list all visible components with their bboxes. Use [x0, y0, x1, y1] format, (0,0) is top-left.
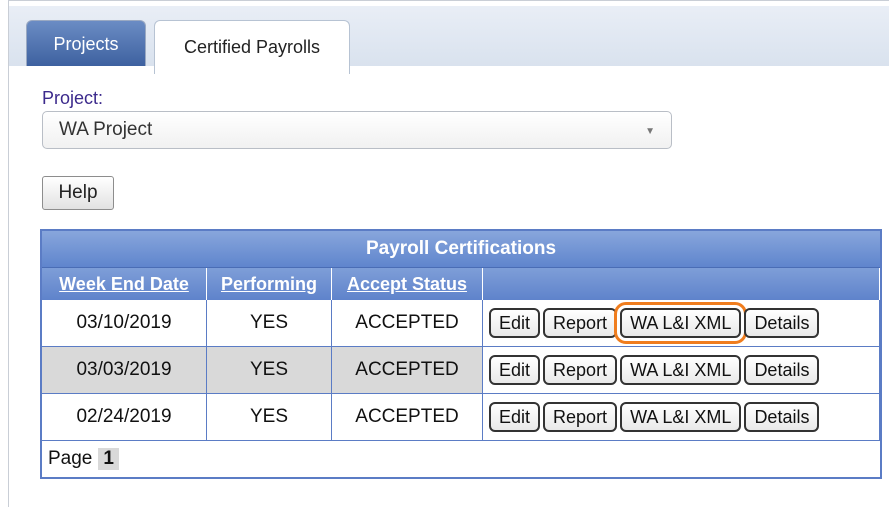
details-button[interactable]: Details — [744, 402, 820, 432]
details-button[interactable]: Details — [744, 355, 820, 385]
wa-li-xml-button[interactable]: WA L&I XML — [620, 355, 742, 385]
cell-actions: Edit Report WA L&I XML Details — [482, 300, 880, 347]
pager-label: Page — [48, 448, 93, 469]
grid-title: Payroll Certifications — [42, 231, 880, 268]
column-header-week-end-date[interactable]: Week End Date — [42, 268, 207, 300]
table-row: 02/24/2019 YES ACCEPTED Edit Report WA L&I… — [42, 393, 880, 441]
project-select[interactable]: WA Project ▼ — [42, 111, 672, 149]
wa-li-xml-button[interactable]: WA L&I XML — [614, 302, 748, 344]
pager: Page 1 — [42, 441, 880, 477]
tab-certified-payrolls[interactable]: Certified Payrolls — [154, 20, 350, 74]
report-button[interactable]: Report — [543, 308, 618, 338]
help-button[interactable]: Help — [42, 176, 114, 210]
payroll-certifications-grid: Payroll Certifications Week End Date Per… — [40, 229, 882, 479]
column-header-actions — [482, 268, 880, 300]
cell-accept-status: ACCEPTED — [331, 300, 483, 347]
report-button[interactable]: Report — [543, 402, 618, 432]
cell-actions: Edit Report WA L&I XML Details — [482, 346, 880, 394]
cell-accept-status: ACCEPTED — [331, 393, 483, 441]
cell-performing: YES — [206, 346, 332, 394]
table-row: 03/10/2019 YES ACCEPTED Edit Report WA L&I… — [42, 300, 880, 347]
certifications-table: Week End Date Performing Accept Status 0… — [42, 268, 880, 441]
cell-actions: Edit Report WA L&I XML Details — [482, 393, 880, 441]
tab-projects[interactable]: Projects — [26, 20, 146, 68]
cell-accept-status: ACCEPTED — [331, 346, 483, 394]
tab-bar: Projects Certified Payrolls — [9, 6, 889, 74]
edit-button[interactable]: Edit — [489, 308, 541, 338]
table-row: 03/03/2019 YES ACCEPTED Edit Report WA L&I… — [42, 346, 880, 394]
edit-button[interactable]: Edit — [489, 355, 541, 385]
project-label: Project: — [42, 88, 104, 108]
cell-week-end-date: 03/10/2019 — [42, 300, 207, 347]
project-select-value: WA Project — [59, 119, 153, 140]
report-button[interactable]: Report — [543, 355, 618, 385]
column-header-accept-status[interactable]: Accept Status — [331, 268, 483, 300]
cell-performing: YES — [206, 393, 332, 441]
cell-week-end-date: 03/03/2019 — [42, 346, 207, 394]
cell-performing: YES — [206, 300, 332, 347]
dropdown-arrow-icon: ▼ — [645, 126, 655, 137]
column-header-performing[interactable]: Performing — [206, 268, 332, 300]
details-button[interactable]: Details — [744, 308, 820, 338]
table-header-row: Week End Date Performing Accept Status — [42, 268, 880, 300]
cell-week-end-date: 02/24/2019 — [42, 393, 207, 441]
page-number-link[interactable]: 1 — [98, 448, 119, 470]
edit-button[interactable]: Edit — [489, 402, 541, 432]
wa-li-xml-button[interactable]: WA L&I XML — [620, 402, 742, 432]
